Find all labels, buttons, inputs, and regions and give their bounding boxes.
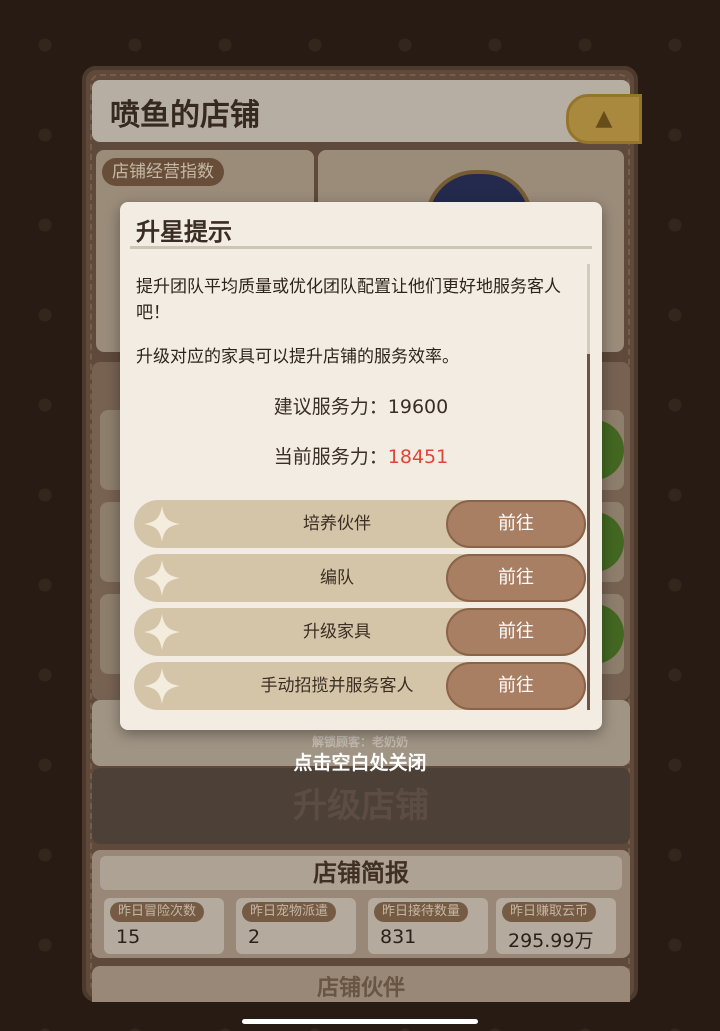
- action-row-upgrade-furniture: 升级家具 前往: [134, 608, 586, 656]
- dialog-paragraph: 升级对应的家具可以提升店铺的服务效率。: [136, 347, 459, 367]
- dialog-paragraph: 提升团队平均质量或优化团队配置让他们更好地服务客人吧！: [136, 277, 561, 323]
- suggested-power-value: 19600: [387, 396, 449, 418]
- suggested-power: 建议服务力：19600: [120, 392, 602, 419]
- action-row-serve-customers: 手动招揽并服务客人 前往: [134, 662, 586, 710]
- star-upgrade-dialog: 升星提示 提升团队平均质量或优化团队配置让他们更好地服务客人吧！ 升级对应的家具…: [120, 202, 602, 730]
- suggested-power-label: 建议服务力：: [273, 396, 388, 418]
- dialog-title: 升星提示: [136, 218, 232, 246]
- current-power-label: 当前服务力：: [273, 446, 388, 468]
- action-row-train-partners: 培养伙伴 前往: [134, 500, 586, 548]
- go-button[interactable]: 前往: [446, 608, 586, 656]
- current-power: 当前服务力：18451: [120, 442, 602, 469]
- close-hint: 点击空白处关闭: [293, 752, 427, 774]
- go-button[interactable]: 前往: [446, 662, 586, 710]
- divider: [130, 246, 592, 249]
- go-button[interactable]: 前往: [446, 554, 586, 602]
- home-indicator[interactable]: [242, 1019, 478, 1024]
- action-row-formation: 编队 前往: [134, 554, 586, 602]
- go-button[interactable]: 前往: [446, 500, 586, 548]
- current-power-value: 18451: [387, 446, 449, 468]
